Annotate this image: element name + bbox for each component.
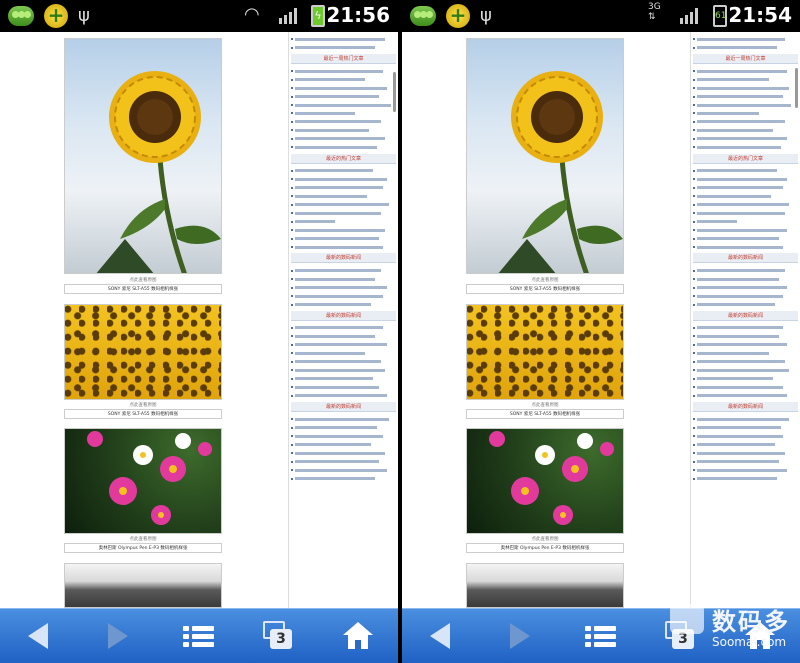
photo-caption: SONY 索尼 SLT-A55 数码相机样张 — [466, 284, 624, 294]
photo-caption-link[interactable]: 点此查看原图 — [466, 277, 624, 283]
home-button[interactable] — [340, 619, 376, 653]
sidebar-heading: 最新的数码新闻 — [291, 253, 396, 264]
menu-button[interactable] — [582, 619, 618, 653]
sunflower-photo[interactable] — [466, 38, 624, 274]
photo-caption: SONY 索尼 SLT-A55 数码相机样张 — [64, 409, 222, 419]
wifi-icon: ◠ — [244, 4, 260, 25]
forward-button[interactable] — [502, 619, 538, 653]
forward-button[interactable] — [100, 619, 136, 653]
photo-caption: 奥林巴斯 Olympus Pen E-P3 数码相机样张 — [64, 543, 222, 553]
scrollbar[interactable] — [393, 72, 396, 112]
sidebar-heading: 最近的热门文章 — [693, 153, 798, 164]
web-page[interactable]: 点此查看原图 SONY 索尼 SLT-A55 数码相机样张 点此查看原图 SON… — [0, 32, 398, 608]
photo-caption-link[interactable]: 点此查看原图 — [64, 536, 222, 542]
back-icon — [28, 623, 48, 649]
scrollbar[interactable] — [795, 68, 798, 108]
soomal-logo-icon — [670, 604, 704, 634]
photo-caption-link[interactable]: 点此查看原图 — [466, 402, 624, 408]
landscape-photo[interactable] — [466, 563, 624, 608]
photo-caption-link[interactable]: 点此查看原图 — [64, 402, 222, 408]
back-icon — [430, 623, 450, 649]
plus-app-icon: + — [44, 4, 68, 28]
status-bar: + ψ ◠ ϟ 21:56 — [0, 0, 398, 32]
sunflower-field-photo[interactable] — [466, 304, 624, 400]
usb-icon: ψ — [480, 5, 492, 26]
watermark: 数码多 Soomal.com — [670, 602, 790, 649]
photo-caption-link[interactable]: 点此查看原图 — [64, 277, 222, 283]
browser-toolbar: 3 — [0, 608, 398, 663]
back-button[interactable] — [422, 619, 458, 653]
sunflower-field-photo[interactable] — [64, 304, 222, 400]
photo-caption-link[interactable]: 点此查看原图 — [466, 536, 624, 542]
status-clock: 21:54 — [728, 3, 792, 27]
signal-icon — [279, 8, 297, 24]
cosmos-flower-photo[interactable] — [64, 428, 222, 534]
sunflower-photo[interactable] — [64, 38, 222, 274]
sidebar-heading: 最新的数码新闻 — [291, 310, 396, 321]
forward-icon — [510, 623, 530, 649]
battery-icon: ϟ — [311, 5, 325, 27]
photo-caption: SONY 索尼 SLT-A55 数码相机样张 — [466, 409, 624, 419]
pea-app-icon — [410, 6, 436, 26]
tabs-button[interactable]: 3 — [260, 619, 296, 653]
watermark-chinese: 数码多 — [712, 608, 790, 636]
screenshot: + ψ ◠ ϟ 21:56 点此查看原图 SONY 索尼 SLT-A55 数码相… — [0, 0, 800, 663]
photo-caption: 奥林巴斯 Olympus Pen E-P3 数码相机样张 — [466, 543, 624, 553]
article-column: 点此查看原图 SONY 索尼 SLT-A55 数码相机样张 点此查看原图 SON… — [402, 32, 690, 608]
tabs-icon: 3 — [263, 621, 293, 651]
sidebar-links: 最近一周热门文章 最近的热门文章 最新的数码新闻 最新的数码新闻 最新的数码新闻 — [288, 32, 398, 608]
usb-icon: ψ — [78, 5, 90, 26]
watermark-english: Soomal.com — [712, 635, 787, 649]
web-page[interactable]: 点此查看原图 SONY 索尼 SLT-A55 数码相机样张 点此查看原图 SON… — [402, 32, 800, 608]
menu-button[interactable] — [180, 619, 216, 653]
network-type: 3G ⇅ — [648, 2, 661, 22]
sidebar-heading: 最近一周热门文章 — [693, 53, 798, 64]
sidebar-heading: 最近一周热门文章 — [291, 53, 396, 64]
sidebar-heading: 最新的数码新闻 — [693, 401, 798, 412]
plus-app-icon: + — [446, 4, 470, 28]
battery-level: 61 — [715, 11, 727, 21]
status-bar: + ψ 3G ⇅ 61 21:54 — [402, 0, 800, 32]
article-column: 点此查看原图 SONY 索尼 SLT-A55 数码相机样张 点此查看原图 SON… — [0, 32, 288, 608]
phone-screen-right: + ψ 3G ⇅ 61 21:54 点此查看原图 SONY 索尼 SLT-A55… — [402, 0, 800, 663]
home-icon — [343, 622, 373, 650]
phone-screen-left: + ψ ◠ ϟ 21:56 点此查看原图 SONY 索尼 SLT-A55 数码相… — [0, 0, 398, 663]
tab-count: 3 — [270, 629, 292, 649]
sidebar-heading: 最新的数码新闻 — [693, 253, 798, 264]
landscape-photo[interactable] — [64, 563, 222, 608]
battery-icon: 61 — [713, 5, 727, 27]
signal-icon — [680, 8, 698, 24]
browser-toolbar: 3 数码多 Soomal.com — [402, 604, 800, 663]
status-clock: 21:56 — [326, 3, 390, 27]
back-button[interactable] — [20, 619, 56, 653]
photo-caption: SONY 索尼 SLT-A55 数码相机样张 — [64, 284, 222, 294]
menu-icon — [584, 625, 616, 647]
forward-icon — [108, 623, 128, 649]
sidebar-heading: 最近的热门文章 — [291, 153, 396, 164]
sidebar-heading: 最新的数码新闻 — [693, 310, 798, 321]
pea-app-icon — [8, 6, 34, 26]
sidebar-links: 最近一周热门文章 最近的热门文章 最新的数码新闻 最新的数码新闻 最新的数码新闻 — [690, 32, 800, 608]
sidebar-heading: 最新的数码新闻 — [291, 401, 396, 412]
menu-icon — [182, 625, 214, 647]
cosmos-flower-photo[interactable] — [466, 428, 624, 534]
